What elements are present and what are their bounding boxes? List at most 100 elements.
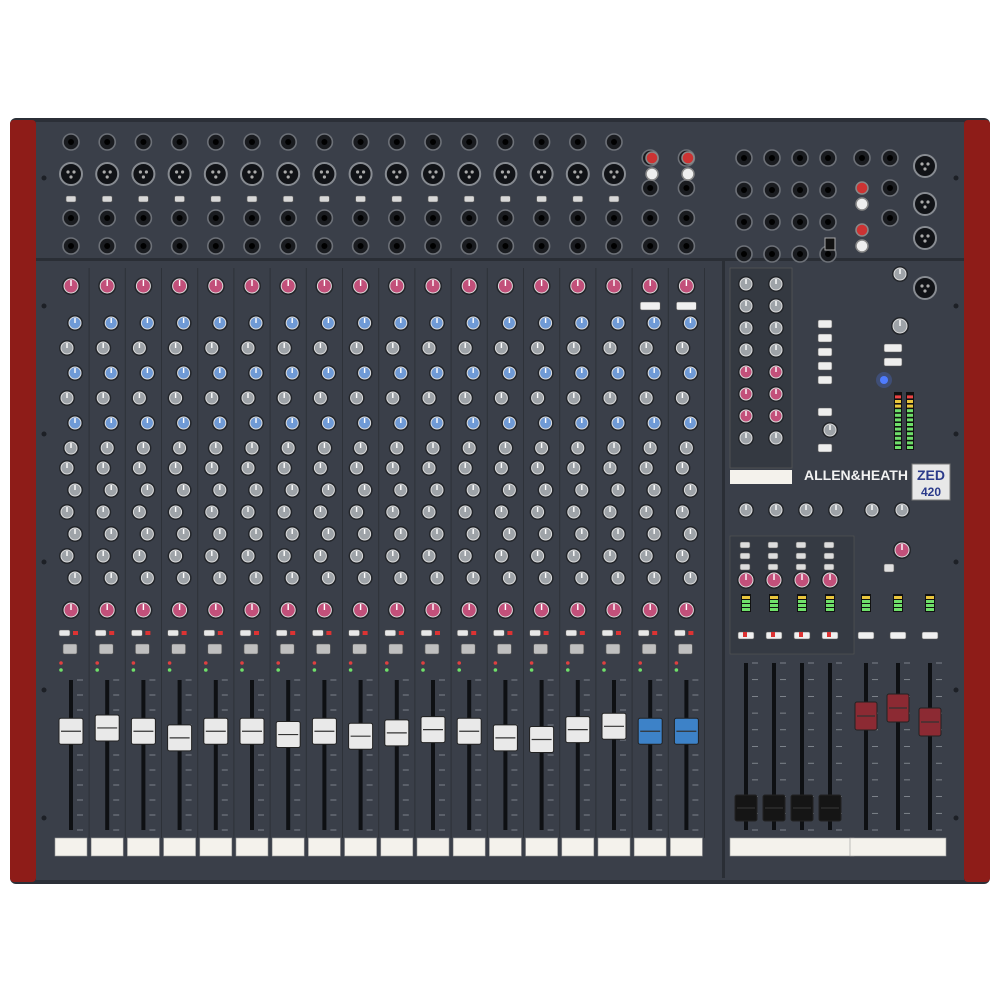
rca-input-icon[interactable]: [681, 151, 695, 165]
push-button-icon[interactable]: [312, 629, 324, 637]
push-button-icon[interactable]: [817, 333, 833, 343]
push-button-icon[interactable]: [533, 643, 548, 655]
xlr-input-icon[interactable]: [59, 162, 83, 186]
xlr-input-icon[interactable]: [348, 162, 373, 186]
push-button-icon[interactable]: [62, 643, 78, 655]
xlr-input-icon[interactable]: [384, 162, 409, 186]
push-button-icon[interactable]: [817, 319, 833, 329]
xlr-input-icon[interactable]: [421, 162, 445, 186]
push-button-icon[interactable]: [536, 195, 547, 203]
push-button-icon[interactable]: [275, 629, 288, 637]
push-button-icon[interactable]: [497, 643, 512, 655]
push-button-icon[interactable]: [316, 643, 331, 655]
rca-input-icon[interactable]: [855, 239, 869, 253]
xlr-input-icon[interactable]: [457, 162, 482, 186]
push-button-icon[interactable]: [889, 631, 907, 640]
push-button-icon[interactable]: [565, 629, 578, 637]
push-button-icon[interactable]: [883, 343, 903, 353]
push-button-icon[interactable]: [817, 375, 833, 385]
push-button-icon[interactable]: [795, 563, 807, 571]
rca-input-icon[interactable]: [645, 151, 659, 165]
push-button-icon[interactable]: [767, 541, 779, 549]
push-button-icon[interactable]: [817, 407, 833, 417]
push-button-icon[interactable]: [572, 195, 584, 203]
push-button-icon[interactable]: [500, 195, 511, 203]
push-button-icon[interactable]: [391, 195, 403, 203]
push-button-icon[interactable]: [739, 563, 751, 571]
push-button-icon[interactable]: [135, 643, 150, 655]
push-button-icon[interactable]: [817, 347, 833, 357]
push-button-icon[interactable]: [817, 443, 833, 453]
push-button-icon[interactable]: [639, 301, 661, 311]
push-button-icon[interactable]: [883, 357, 903, 367]
push-button-icon[interactable]: [65, 195, 77, 203]
xlr-input-icon[interactable]: [913, 154, 937, 178]
xlr-input-icon[interactable]: [913, 192, 937, 216]
push-button-icon[interactable]: [167, 629, 179, 637]
push-button-icon[interactable]: [608, 195, 620, 203]
push-button-icon[interactable]: [823, 552, 835, 560]
push-button-icon[interactable]: [239, 629, 252, 637]
rca-input-icon[interactable]: [855, 223, 869, 237]
xlr-input-icon[interactable]: [240, 162, 264, 186]
push-button-icon[interactable]: [384, 629, 397, 637]
push-button-icon[interactable]: [795, 541, 807, 549]
push-button-icon[interactable]: [678, 643, 693, 655]
xlr-input-icon[interactable]: [167, 162, 192, 186]
push-button-icon[interactable]: [823, 563, 835, 571]
xlr-input-icon[interactable]: [913, 276, 937, 300]
push-button-icon[interactable]: [569, 643, 585, 655]
push-button-icon[interactable]: [58, 629, 71, 637]
push-button-icon[interactable]: [739, 552, 751, 560]
push-button-icon[interactable]: [388, 643, 404, 655]
push-button-icon[interactable]: [98, 643, 114, 655]
push-button-icon[interactable]: [210, 195, 222, 203]
xlr-input-icon[interactable]: [602, 162, 626, 186]
push-button-icon[interactable]: [282, 195, 294, 203]
push-button-icon[interactable]: [823, 541, 835, 549]
push-button-icon[interactable]: [427, 195, 439, 203]
push-button-icon[interactable]: [529, 629, 541, 637]
push-button-icon[interactable]: [817, 361, 833, 371]
push-button-icon[interactable]: [921, 631, 939, 640]
push-button-icon[interactable]: [674, 629, 686, 637]
push-button-icon[interactable]: [94, 629, 107, 637]
push-button-icon[interactable]: [279, 643, 295, 655]
push-button-icon[interactable]: [605, 643, 621, 655]
push-button-icon[interactable]: [883, 563, 895, 573]
push-button-icon[interactable]: [207, 643, 223, 655]
xlr-input-icon[interactable]: [565, 162, 590, 186]
push-button-icon[interactable]: [637, 629, 650, 637]
push-button-icon[interactable]: [243, 643, 259, 655]
rca-input-icon[interactable]: [855, 197, 869, 211]
xlr-input-icon[interactable]: [95, 162, 120, 186]
push-button-icon[interactable]: [424, 643, 440, 655]
usb-port-icon[interactable]: [824, 237, 836, 251]
push-button-icon[interactable]: [246, 195, 258, 203]
push-button-icon[interactable]: [355, 195, 366, 203]
xlr-input-icon[interactable]: [312, 162, 337, 186]
push-button-icon[interactable]: [460, 643, 476, 655]
push-button-icon[interactable]: [174, 195, 185, 203]
push-button-icon[interactable]: [767, 563, 779, 571]
push-button-icon[interactable]: [131, 629, 143, 637]
xlr-input-icon[interactable]: [913, 226, 937, 250]
push-button-icon[interactable]: [352, 643, 367, 655]
push-button-icon[interactable]: [493, 629, 505, 637]
rca-input-icon[interactable]: [855, 181, 869, 195]
push-button-icon[interactable]: [767, 552, 779, 560]
push-button-icon[interactable]: [857, 631, 875, 640]
push-button-icon[interactable]: [348, 629, 360, 637]
push-button-icon[interactable]: [641, 643, 657, 655]
push-button-icon[interactable]: [739, 541, 751, 549]
push-button-icon[interactable]: [171, 643, 186, 655]
rca-input-icon[interactable]: [681, 167, 695, 181]
push-button-icon[interactable]: [601, 629, 614, 637]
push-button-icon[interactable]: [676, 301, 697, 311]
push-button-icon[interactable]: [319, 195, 330, 203]
push-button-icon[interactable]: [138, 195, 149, 203]
push-button-icon[interactable]: [795, 552, 807, 560]
xlr-input-icon[interactable]: [131, 162, 156, 186]
rca-input-icon[interactable]: [645, 167, 659, 181]
push-button-icon[interactable]: [203, 629, 216, 637]
